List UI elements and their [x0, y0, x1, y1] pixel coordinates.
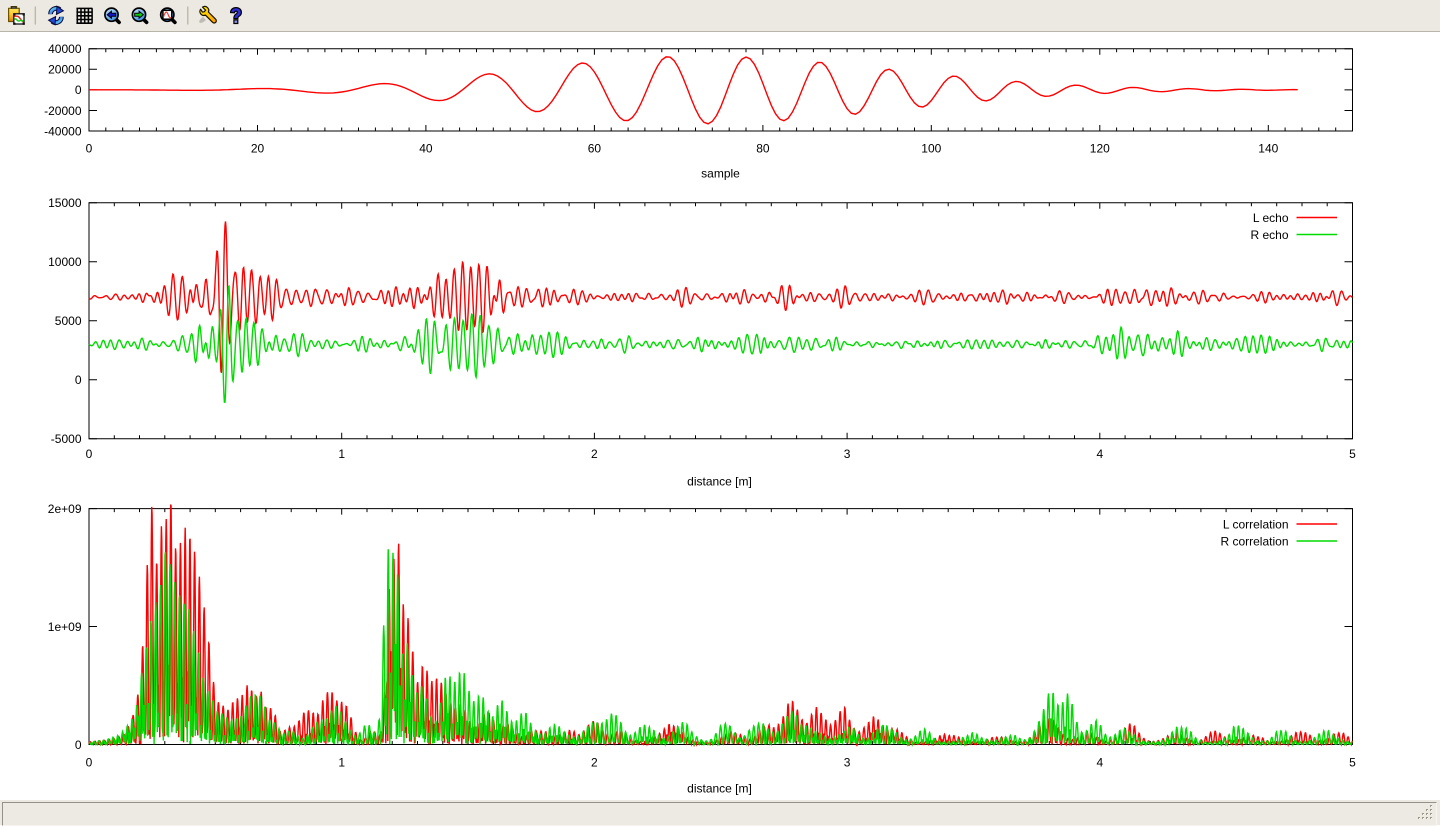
- svg-text:-20000: -20000: [44, 104, 82, 118]
- svg-text:3: 3: [844, 755, 851, 769]
- svg-text:40000: 40000: [48, 42, 82, 56]
- svg-text:0: 0: [75, 83, 82, 97]
- svg-text:2: 2: [591, 447, 598, 461]
- svg-text:100: 100: [921, 141, 941, 155]
- svg-text:0: 0: [86, 755, 93, 769]
- svg-text:20000: 20000: [48, 63, 82, 77]
- svg-text:60: 60: [588, 141, 602, 155]
- svg-text:R correlation: R correlation: [1220, 534, 1288, 548]
- svg-text:4: 4: [1096, 755, 1103, 769]
- svg-text:120: 120: [1090, 141, 1110, 155]
- svg-text:5: 5: [1349, 755, 1356, 769]
- svg-text:5: 5: [1349, 447, 1356, 461]
- svg-text:3: 3: [844, 447, 851, 461]
- svg-text:10000: 10000: [48, 255, 82, 269]
- svg-text:R echo: R echo: [1250, 228, 1288, 242]
- svg-text:sample: sample: [701, 166, 740, 180]
- svg-text:L echo: L echo: [1253, 211, 1289, 225]
- svg-text:2: 2: [591, 755, 598, 769]
- svg-text:0: 0: [75, 373, 82, 387]
- svg-text:-5000: -5000: [51, 432, 82, 446]
- svg-text:-40000: -40000: [44, 124, 82, 138]
- svg-text:0: 0: [86, 447, 93, 461]
- svg-text:5000: 5000: [55, 314, 82, 328]
- svg-text:0: 0: [86, 141, 93, 155]
- svg-text:15000: 15000: [48, 196, 82, 210]
- svg-text:1: 1: [338, 447, 345, 461]
- svg-text:4: 4: [1096, 447, 1103, 461]
- svg-text:80: 80: [756, 141, 770, 155]
- svg-text:distance [m]: distance [m]: [687, 474, 752, 488]
- svg-text:1e+09: 1e+09: [48, 620, 82, 634]
- svg-text:2e+09: 2e+09: [48, 502, 82, 516]
- svg-text:0: 0: [75, 738, 82, 752]
- svg-text:20: 20: [251, 141, 265, 155]
- svg-text:1: 1: [338, 755, 345, 769]
- svg-text:distance [m]: distance [m]: [687, 781, 752, 795]
- svg-text:40: 40: [419, 141, 433, 155]
- svg-text:140: 140: [1258, 141, 1278, 155]
- svg-text:L correlation: L correlation: [1223, 517, 1289, 531]
